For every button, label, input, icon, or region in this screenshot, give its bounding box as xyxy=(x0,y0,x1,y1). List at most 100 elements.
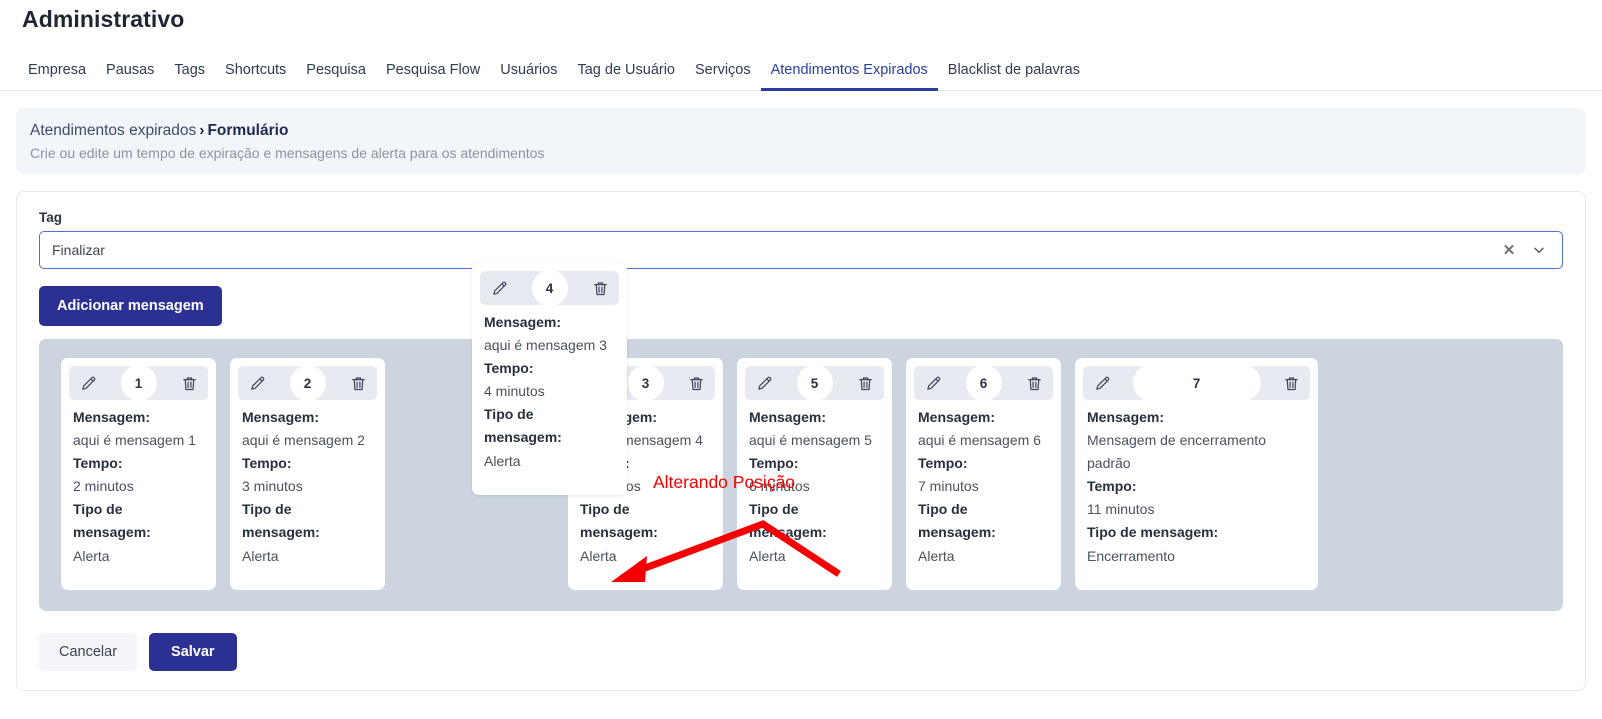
breadcrumb-subtitle: Crie ou edite um tempo de expiração e me… xyxy=(30,145,545,161)
dragged-message-card[interactable]: 4 Mensagem: aqui é mensagem 3 Tempo: 4 minut… xyxy=(472,263,627,495)
card-position-handle[interactable]: 7 xyxy=(1132,365,1261,401)
message-label: Mensagem: xyxy=(484,314,562,330)
trash-icon[interactable] xyxy=(347,372,369,394)
type-label: Tipo de mensagem: xyxy=(242,501,320,541)
message-value: aqui é mensagem 5 xyxy=(749,432,872,449)
trash-icon[interactable] xyxy=(178,372,200,394)
tab-blacklist-de-palavras[interactable]: Blacklist de palavras xyxy=(938,58,1090,91)
message-card[interactable]: 6 Mensagem: aqui é mensagem 6 Tempo: 7 minut… xyxy=(906,358,1061,590)
message-card[interactable]: 1 Mensagem: aqui é mensagem 1 Tempo: 2 minut… xyxy=(61,358,216,590)
breadcrumb-panel: Atendimentos expirados › Formulário Crie o… xyxy=(16,108,1586,174)
tab-pesquisa[interactable]: Pesquisa xyxy=(296,58,376,91)
time-label: Tempo: xyxy=(484,360,534,377)
card-body: Mensagem: aqui é mensagem 2 Tempo: 3 minuto… xyxy=(238,400,377,568)
card-header: 5 xyxy=(745,365,884,401)
message-value: Mensagem de encerramento padrão xyxy=(1087,432,1266,472)
message-label: Mensagem: xyxy=(1087,409,1165,425)
tag-select-value: Finalizar xyxy=(52,242,105,258)
card-header: 2 xyxy=(238,365,377,401)
save-button[interactable]: Salvar xyxy=(149,633,237,671)
breadcrumb-separator-icon: › xyxy=(199,122,205,139)
card-position-handle[interactable]: 2 xyxy=(289,365,326,401)
time-value: 7 minutos xyxy=(918,478,979,495)
message-label: Mensagem: xyxy=(242,409,320,425)
type-label: Tipo de mensagem: xyxy=(749,501,827,541)
card-header: 4 xyxy=(480,270,619,306)
trash-icon[interactable] xyxy=(685,372,707,394)
type-value: Alerta xyxy=(749,547,786,564)
tag-select[interactable]: Finalizar ✕ xyxy=(39,231,1563,269)
tab-tag-de-usuário[interactable]: Tag de Usuário xyxy=(567,58,685,91)
type-value: Alerta xyxy=(484,452,521,469)
message-card[interactable]: 7 Mensagem: Mensagem de encerramento padrã… xyxy=(1075,358,1318,590)
card-body: Mensagem: aqui é mensagem 1 Tempo: 2 minuto… xyxy=(69,400,208,568)
type-label: Tipo de mensagem: xyxy=(580,501,658,541)
tab-empresa[interactable]: Empresa xyxy=(18,58,96,91)
message-card[interactable]: 2 Mensagem: aqui é mensagem 2 Tempo: 3 minut… xyxy=(230,358,385,590)
card-header: 7 xyxy=(1083,365,1310,401)
time-label: Tempo: xyxy=(1087,478,1137,495)
message-value: aqui é mensagem 2 xyxy=(242,432,365,449)
message-value: aqui é mensagem 1 xyxy=(73,432,196,449)
pencil-icon[interactable] xyxy=(246,372,268,394)
card-position-handle[interactable]: 5 xyxy=(796,365,833,401)
type-label: Tipo de mensagem: xyxy=(484,406,562,446)
type-value: Encerramento xyxy=(1087,547,1175,564)
card-position-handle[interactable]: 6 xyxy=(965,365,1002,401)
pencil-icon[interactable] xyxy=(1091,372,1113,394)
card-body: Mensagem: aqui é mensagem 6 Tempo: 7 minuto… xyxy=(914,400,1053,568)
card-header: 1 xyxy=(69,365,208,401)
time-label: Tempo: xyxy=(73,455,123,472)
message-label: Mensagem: xyxy=(73,409,151,425)
card-body: Mensagem: aqui é mensagem 3 Tempo: 4 minuto… xyxy=(480,305,619,473)
type-value: Alerta xyxy=(918,547,955,564)
card-header: 6 xyxy=(914,365,1053,401)
messages-drop-zone[interactable]: 1 Mensagem: aqui é mensagem 1 Tempo: 2 minut… xyxy=(39,339,1563,611)
time-label: Tempo: xyxy=(918,455,968,472)
time-value: 2 minutos xyxy=(73,478,134,495)
tab-pesquisa-flow[interactable]: Pesquisa Flow xyxy=(376,58,490,91)
tab-usuários[interactable]: Usuários xyxy=(490,58,567,91)
pencil-icon[interactable] xyxy=(488,277,510,299)
pencil-icon[interactable] xyxy=(77,372,99,394)
card-position-handle[interactable]: 4 xyxy=(531,270,568,306)
breadcrumb: Atendimentos expirados › Formulário xyxy=(30,122,1586,140)
add-message-button[interactable]: Adicionar mensagem xyxy=(39,286,222,326)
time-value: 4 minutos xyxy=(484,383,545,400)
chevron-down-icon[interactable] xyxy=(1528,239,1550,261)
tab-atendimentos-expirados[interactable]: Atendimentos Expirados xyxy=(760,58,938,91)
tab-tags[interactable]: Tags xyxy=(164,58,215,91)
time-value: 11 minutos xyxy=(1087,501,1155,518)
trash-icon[interactable] xyxy=(1023,372,1045,394)
type-value: Alerta xyxy=(242,547,279,564)
form-panel: Tag Finalizar ✕ Adicionar mensagem 1 Mens… xyxy=(16,191,1586,691)
type-label: Tipo de mensagem: xyxy=(73,501,151,541)
time-value: 3 minutos xyxy=(242,478,303,495)
close-x-icon[interactable]: ✕ xyxy=(1498,239,1520,261)
type-label: Tipo de mensagem: xyxy=(1087,524,1219,541)
annotation-label: Alterando Posição xyxy=(653,472,796,492)
breadcrumb-parent-link[interactable]: Atendimentos expirados xyxy=(30,122,196,139)
pencil-icon[interactable] xyxy=(753,372,775,394)
tab-pausas[interactable]: Pausas xyxy=(96,58,164,91)
form-footer: Cancelar Salvar xyxy=(39,633,1563,671)
type-value: Alerta xyxy=(580,547,617,564)
trash-icon[interactable] xyxy=(1280,372,1302,394)
message-value: aqui é mensagem 3 xyxy=(484,337,607,354)
trash-icon[interactable] xyxy=(854,372,876,394)
card-body: Mensagem: Mensagem de encerramento padrão… xyxy=(1083,400,1310,568)
card-position-handle[interactable]: 3 xyxy=(627,365,664,401)
tab-shortcuts[interactable]: Shortcuts xyxy=(215,58,296,91)
breadcrumb-current: Formulário xyxy=(207,122,289,139)
tab-serviços[interactable]: Serviços xyxy=(685,58,761,91)
type-value: Alerta xyxy=(73,547,110,564)
message-label: Mensagem: xyxy=(918,409,996,425)
tag-field-label: Tag xyxy=(39,210,62,225)
cancel-button[interactable]: Cancelar xyxy=(39,633,138,671)
time-label: Tempo: xyxy=(242,455,292,472)
trash-icon[interactable] xyxy=(589,277,611,299)
pencil-icon[interactable] xyxy=(922,372,944,394)
type-label: Tipo de mensagem: xyxy=(918,501,996,541)
card-position-handle[interactable]: 1 xyxy=(120,365,157,401)
message-value: aqui é mensagem 6 xyxy=(918,432,1041,449)
